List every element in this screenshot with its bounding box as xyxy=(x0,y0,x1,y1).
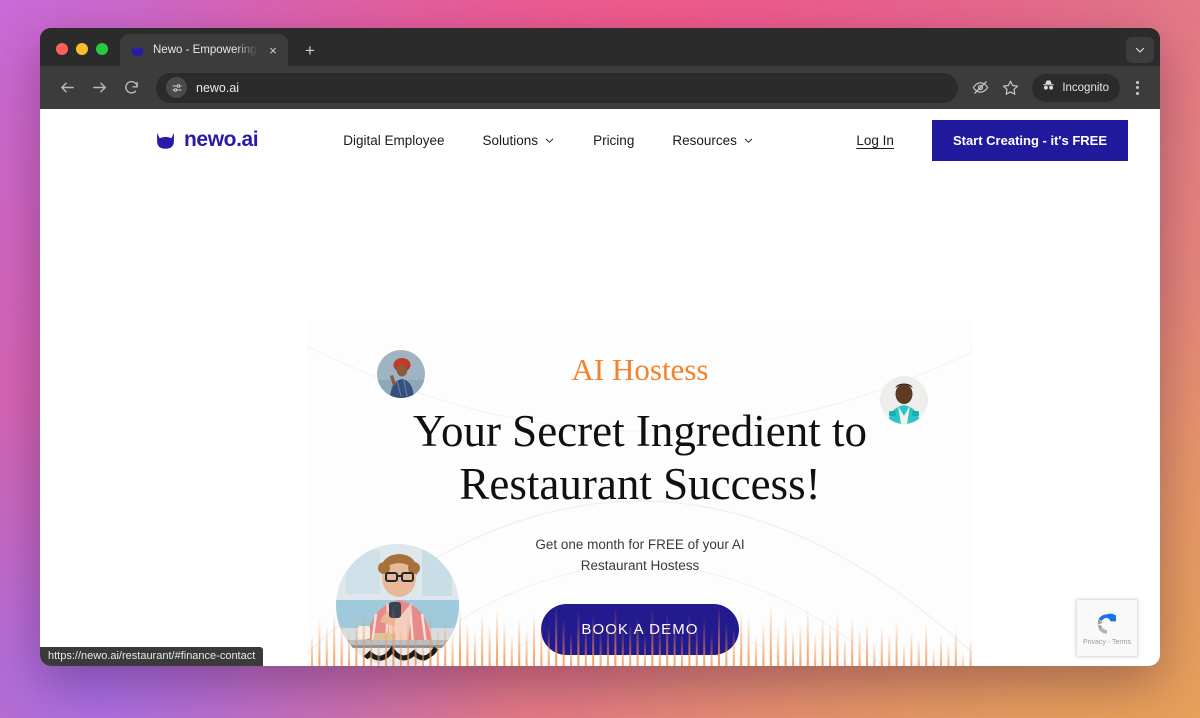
new-tab-button[interactable]: + xyxy=(297,37,323,63)
nav-link-label: Digital Employee xyxy=(343,132,445,148)
nav-link-pricing[interactable]: Pricing xyxy=(593,133,634,148)
nav-actions: Log In Start Creating - it's FREE xyxy=(856,119,1128,161)
audio-waveform-decoration xyxy=(311,604,972,666)
tab-strip: Newo - Empowering Tomorro × + xyxy=(40,28,1160,66)
eye-slash-icon[interactable] xyxy=(966,74,994,102)
browser-menu-button[interactable] xyxy=(1124,74,1150,102)
hero-headline-line1: Your Secret Ingredient to xyxy=(412,406,868,456)
forward-button[interactable] xyxy=(84,73,114,103)
incognito-hat-icon xyxy=(1041,78,1056,98)
page-viewport: newo.ai Digital Employee Solutions Prici… xyxy=(40,109,1160,666)
reload-button[interactable] xyxy=(116,73,146,103)
nav-link-label: Pricing xyxy=(593,132,635,148)
brand-logo[interactable]: newo.ai xyxy=(155,128,259,152)
nav-link-label: Solutions xyxy=(482,132,539,148)
tab-search-chevron-down-icon[interactable] xyxy=(1126,37,1154,63)
newo-favicon xyxy=(131,45,144,56)
login-link[interactable]: Log In xyxy=(856,133,894,148)
recaptcha-privacy-terms[interactable]: Privacy - Terms xyxy=(1083,639,1131,646)
nav-link-digital-employee[interactable]: Digital Employee xyxy=(343,133,444,148)
hero-eyebrow: AI Hostess xyxy=(571,352,709,387)
window-minimize-button[interactable] xyxy=(76,43,88,55)
hero-headline-line2: Restaurant Success! xyxy=(459,458,821,509)
tune-icon[interactable] xyxy=(166,77,187,98)
hero-subhead-line2: Restaurant Hostess xyxy=(580,558,700,574)
hero-headline: Your Secret Ingredient to Restaurant Suc… xyxy=(307,405,973,510)
address-bar[interactable]: newo.ai xyxy=(156,72,959,103)
hero-subhead-line1: Get one month for FREE of your AI xyxy=(535,537,745,553)
recaptcha-icon xyxy=(1097,613,1116,634)
incognito-indicator[interactable]: Incognito xyxy=(1032,73,1120,102)
window-maximize-button[interactable] xyxy=(96,43,108,55)
nav-link-label: Resources xyxy=(672,132,737,148)
tab-close-button[interactable]: × xyxy=(266,43,280,57)
brand-name: newo.ai xyxy=(184,128,259,151)
tab-title: Newo - Empowering Tomorro xyxy=(153,44,258,56)
newo-logo-icon xyxy=(157,132,174,149)
chevron-down-icon xyxy=(744,138,753,143)
hero-subhead: Get one month for FREE of your AI Restau… xyxy=(307,535,973,577)
link-status-bar: https://newo.ai/restaurant/#finance-cont… xyxy=(40,647,264,666)
window-close-button[interactable] xyxy=(56,43,68,55)
nav-link-solutions[interactable]: Solutions xyxy=(483,133,556,148)
browser-toolbar: newo.ai Incognito xyxy=(40,66,1160,109)
nav-links: Digital Employee Solutions Pricing Resou… xyxy=(343,133,754,148)
chevron-down-icon xyxy=(545,138,554,143)
recaptcha-badge[interactable]: Privacy - Terms xyxy=(1076,599,1138,657)
nav-link-resources[interactable]: Resources xyxy=(672,133,754,148)
incognito-label: Incognito xyxy=(1062,81,1109,94)
browser-tab[interactable]: Newo - Empowering Tomorro × xyxy=(120,34,288,66)
site-navigation: newo.ai Digital Employee Solutions Prici… xyxy=(40,109,1160,171)
star-icon[interactable] xyxy=(996,74,1024,102)
start-creating-button[interactable]: Start Creating - it's FREE xyxy=(931,119,1128,161)
back-button[interactable] xyxy=(52,73,82,103)
address-bar-url[interactable]: newo.ai xyxy=(196,81,239,95)
traffic-lights xyxy=(48,43,120,66)
browser-window: Newo - Empowering Tomorro × + xyxy=(40,28,1160,666)
hero-card: AI Hostess Your Secret Ingredient to Res… xyxy=(307,320,973,666)
